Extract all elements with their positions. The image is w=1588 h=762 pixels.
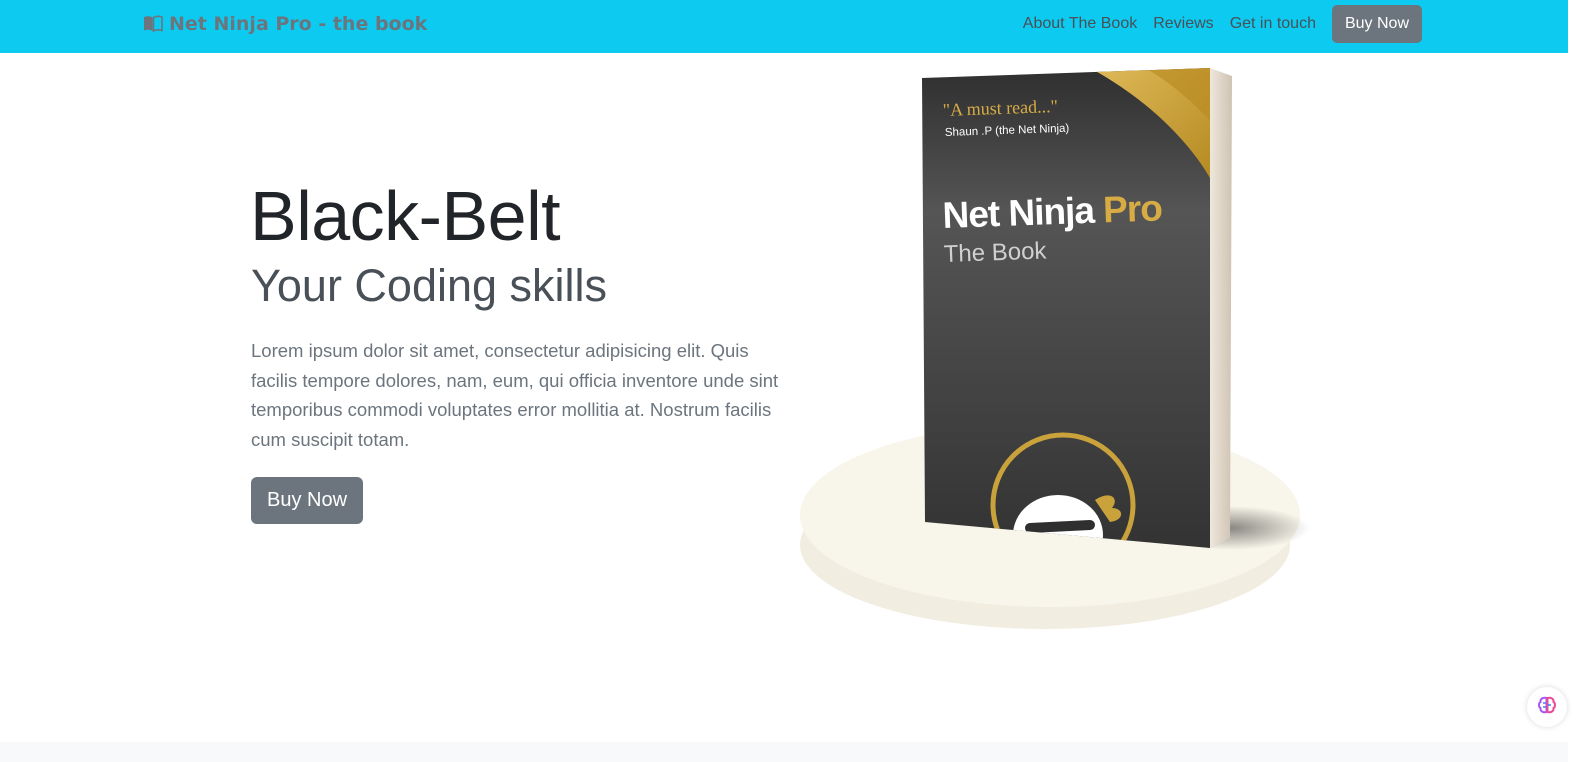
nav-link-contact[interactable]: Get in touch: [1230, 15, 1316, 33]
book-cover: [922, 68, 1210, 548]
cover-title-pro: Pro: [1102, 187, 1162, 230]
assistant-widget-button[interactable]: [1527, 687, 1567, 727]
nav-buy-button[interactable]: Buy Now: [1331, 5, 1422, 43]
book-icon: [143, 15, 163, 33]
hero-subtitle: Your Coding skills: [251, 260, 608, 311]
cover-quote: "A must read...": [942, 96, 1058, 120]
navbar: Net Ninja Pro - the book About The Book …: [0, 0, 1568, 53]
hero-description: Lorem ipsum dolor sit amet, consectetur …: [251, 340, 779, 450]
nav-links: About The Book Reviews Get in touch Buy …: [1023, 5, 1422, 43]
cover-title-main: Net Ninja: [942, 190, 1096, 236]
page: Net Ninja Pro - the book About The Book …: [0, 0, 1588, 762]
book-illustration: "A must read..." Shaun .P (the Net Ninja…: [800, 68, 1310, 629]
cover-title: Net Ninja Pro: [942, 187, 1163, 236]
cover-subtitle: The Book: [943, 237, 1048, 268]
brand-link[interactable]: Net Ninja Pro - the book: [143, 13, 427, 35]
brain-icon: [1537, 695, 1557, 719]
hero-buy-button[interactable]: Buy Now: [251, 477, 363, 524]
next-section-edge: [0, 742, 1568, 762]
hero-title: Black-Belt: [250, 177, 561, 255]
nav-link-reviews[interactable]: Reviews: [1153, 15, 1213, 33]
scrollbar[interactable]: [1568, 0, 1588, 762]
brand-label: Net Ninja Pro - the book: [169, 13, 428, 35]
nav-link-about[interactable]: About The Book: [1023, 15, 1137, 33]
book-pages: [1210, 68, 1232, 548]
